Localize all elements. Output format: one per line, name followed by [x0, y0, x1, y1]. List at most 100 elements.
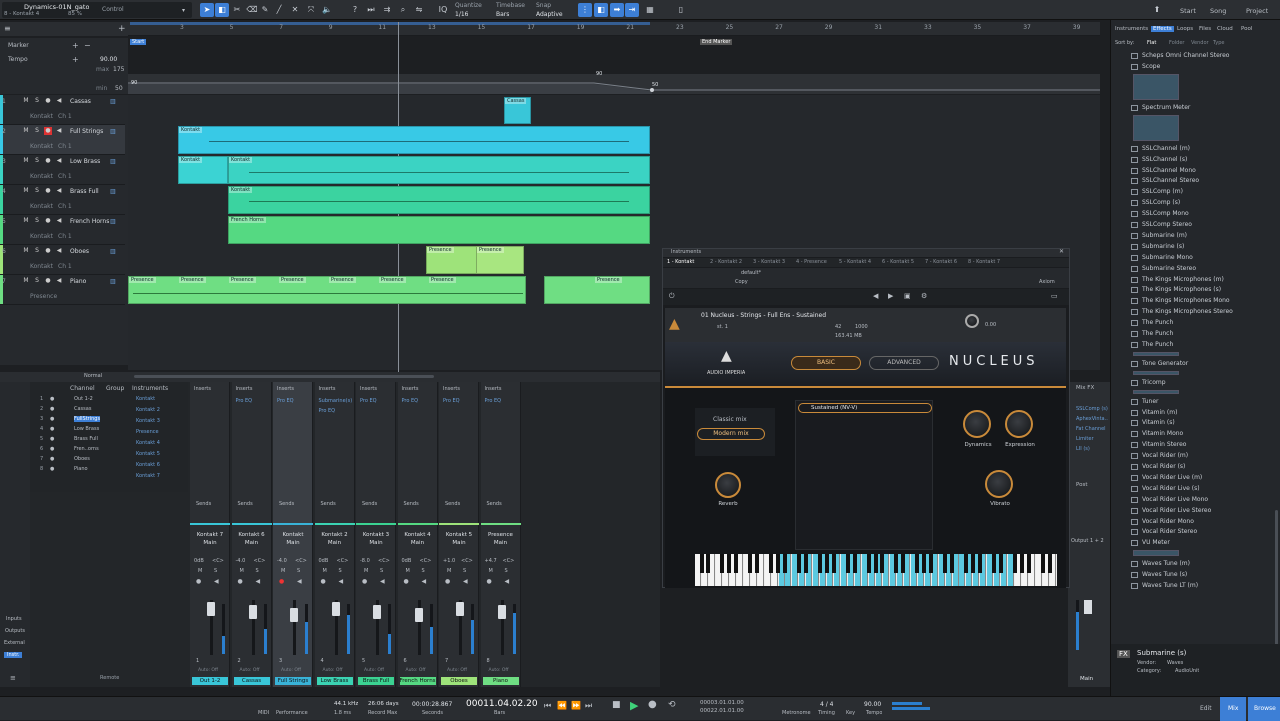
instrument-list-item[interactable]: Kontakt 2: [136, 407, 160, 413]
forward-icon[interactable]: ⏩: [571, 701, 581, 710]
strip-bus[interactable]: Main: [190, 540, 230, 546]
loop-icon[interactable]: ⟲: [668, 700, 676, 710]
insert-slot[interactable]: Pro EQ: [443, 398, 460, 404]
mute-button[interactable]: M: [22, 97, 30, 105]
close-icon[interactable]: ✕: [1059, 248, 1064, 255]
strip-instrument[interactable]: Kontakt 3: [356, 532, 396, 538]
clip-french-horns[interactable]: French Horns: [228, 216, 650, 244]
black-key[interactable]: [866, 554, 871, 573]
black-key[interactable]: [824, 554, 829, 573]
sends-label[interactable]: Sends: [404, 501, 419, 507]
track-header[interactable]: 5 M S ● ◀ French Horns Kontakt Ch 1 ▥: [0, 215, 125, 245]
visibility-icon[interactable]: ●: [50, 436, 54, 442]
visibility-icon[interactable]: ●: [50, 466, 54, 472]
monitor-button[interactable]: ◀: [380, 578, 385, 585]
edit-button[interactable]: Edit: [1200, 705, 1212, 712]
insert-slot[interactable]: Pro EQ: [402, 398, 419, 404]
piano-roll-icon[interactable]: ▥: [110, 128, 116, 135]
strip-instrument[interactable]: Kontakt 7: [190, 532, 230, 538]
inserts-label[interactable]: Inserts: [277, 386, 294, 392]
pan-readout[interactable]: <C>: [212, 558, 224, 564]
volume-fader[interactable]: [414, 608, 423, 622]
solo-button[interactable]: S: [422, 568, 425, 574]
nav-project[interactable]: Project: [1246, 7, 1268, 15]
track-header[interactable]: 2 M S ● ◀ Full Strings Kontakt Ch 1 ▥: [0, 125, 125, 155]
instrument-list-item[interactable]: Kontakt 7: [136, 473, 160, 479]
piano-roll-icon[interactable]: ▥: [110, 248, 116, 255]
reverb-knob[interactable]: [715, 472, 741, 498]
browser-item[interactable]: The Punch: [1142, 341, 1173, 348]
prev-icon[interactable]: ◀: [873, 292, 878, 300]
browser-item[interactable]: Tuner: [1142, 398, 1159, 405]
instrument-list-item[interactable]: Kontakt 3: [136, 418, 160, 424]
sends-label[interactable]: Sends: [362, 501, 377, 507]
axiom-label[interactable]: Axiom: [1039, 279, 1055, 285]
track-instrument[interactable]: Kontakt: [30, 173, 53, 180]
browser-item[interactable]: Vocal Rider Live (s): [1142, 485, 1200, 492]
start-marker[interactable]: Start: [130, 39, 147, 45]
black-key[interactable]: [1026, 554, 1031, 573]
pan-readout[interactable]: <C>: [295, 558, 307, 564]
save-icon[interactable]: ▣: [904, 292, 911, 300]
automation-label[interactable]: Auto: Off: [447, 668, 467, 673]
stop-icon[interactable]: ■: [612, 700, 621, 710]
automation-label[interactable]: Auto: Off: [406, 668, 426, 673]
pan-readout[interactable]: <C>: [420, 558, 432, 564]
metronome-label[interactable]: Metronome: [782, 710, 811, 716]
volume-fader[interactable]: [373, 605, 381, 619]
track-channel[interactable]: Ch 1: [58, 143, 72, 150]
browser-item[interactable]: Submarine Mono: [1142, 254, 1193, 261]
remote-label[interactable]: Remote: [100, 675, 119, 681]
solo-button[interactable]: S: [33, 97, 41, 105]
black-key[interactable]: [873, 554, 878, 573]
clip-piano-1[interactable]: Presence Presence Presence Presence Pres…: [128, 276, 526, 304]
copy-button[interactable]: Copy: [735, 279, 748, 285]
black-key[interactable]: [1012, 554, 1017, 573]
sort-option[interactable]: Type: [1213, 40, 1224, 46]
plugin-titlebar[interactable]: Instruments ✕: [663, 248, 1069, 257]
visibility-icon[interactable]: ●: [50, 406, 54, 412]
browser-item[interactable]: SSLComp (s): [1142, 199, 1180, 206]
seconds-value[interactable]: 00:00:28.867: [412, 701, 452, 708]
instrument-list-item[interactable]: Kontakt 5: [136, 451, 160, 457]
mute-button[interactable]: M: [22, 247, 30, 255]
pan-readout[interactable]: <C>: [378, 558, 390, 564]
piano-roll-icon[interactable]: ▥: [110, 188, 116, 195]
browser-item[interactable]: SSLChannel (s): [1142, 156, 1187, 163]
sends-label[interactable]: Sends: [279, 501, 294, 507]
black-key[interactable]: [950, 554, 955, 573]
browser-tab[interactable]: Effects: [1151, 26, 1174, 32]
solo-button[interactable]: S: [380, 568, 383, 574]
sends-label[interactable]: Sends: [238, 501, 253, 507]
browser-item[interactable]: Vocal Rider Live Mono: [1142, 496, 1208, 503]
black-key[interactable]: [776, 554, 781, 573]
black-key[interactable]: [748, 554, 753, 573]
strip-name[interactable]: Out 1-2: [192, 677, 228, 685]
time-signature[interactable]: 4 / 4: [820, 701, 833, 708]
track-name[interactable]: Cassas: [70, 98, 125, 105]
mute-button[interactable]: M: [22, 277, 30, 285]
browser-item[interactable]: SSLChannel Mono: [1142, 167, 1196, 174]
black-key[interactable]: [1040, 554, 1045, 573]
tempo-value[interactable]: 90.00: [100, 56, 117, 63]
black-key[interactable]: [998, 554, 1003, 573]
browser-tab[interactable]: Files: [1199, 26, 1211, 32]
clip-cassas[interactable]: Cassas: [504, 97, 531, 124]
solo-button[interactable]: S: [214, 568, 217, 574]
plugin-tab[interactable]: 8 - Kontakt 7: [968, 259, 1000, 265]
browser-tab[interactable]: Loops: [1177, 26, 1193, 32]
browser-item[interactable]: VU Meter: [1142, 539, 1170, 546]
monitor-button[interactable]: ◀: [214, 578, 219, 585]
volume-fader[interactable]: [456, 602, 464, 616]
dynamics-knob[interactable]: [963, 410, 991, 438]
black-key[interactable]: [901, 554, 906, 573]
black-key[interactable]: [1047, 554, 1052, 573]
track-channel[interactable]: Ch 1: [58, 173, 72, 180]
track-instrument[interactable]: Kontakt: [30, 143, 53, 150]
black-key[interactable]: [817, 554, 822, 573]
black-key[interactable]: [943, 554, 948, 573]
track-header[interactable]: 7 M S ● ◀ Piano Presence ▥: [0, 275, 125, 305]
next-icon[interactable]: ▶: [888, 292, 893, 300]
strip-name[interactable]: Full Strings: [275, 677, 311, 685]
pan-readout[interactable]: <C>: [254, 558, 266, 564]
